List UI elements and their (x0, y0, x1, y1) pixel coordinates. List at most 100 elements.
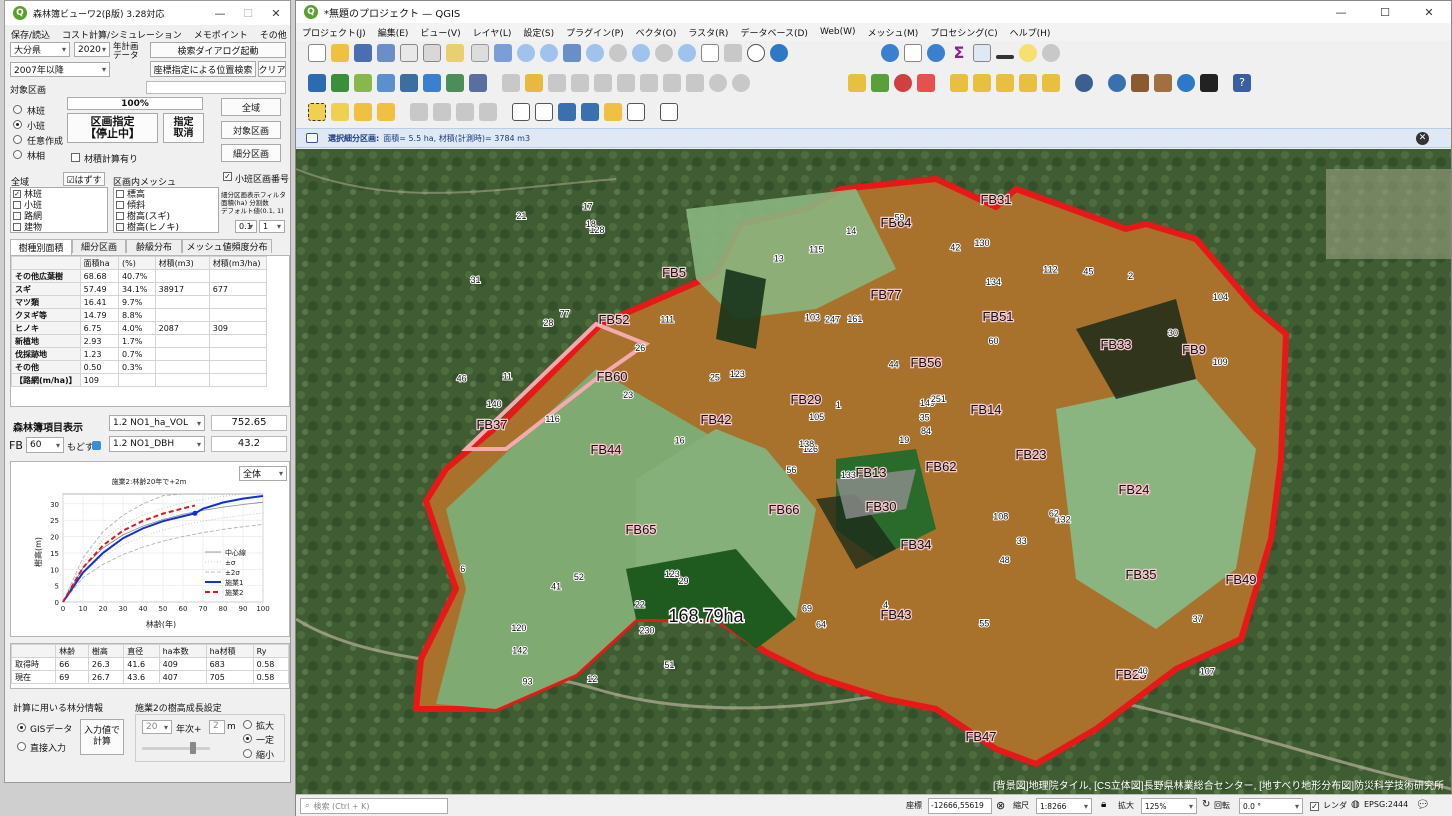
search-dialog-button[interactable]: 検索ダイアログ起動 (150, 42, 286, 58)
render-checkbox[interactable]: ✓ (1310, 802, 1319, 811)
new-map-view-icon[interactable] (701, 44, 719, 62)
qgis-close-icon[interactable]: ✕ (1407, 0, 1451, 24)
save-project-icon[interactable] (354, 44, 372, 62)
target-area-button[interactable]: 対象区画 (221, 121, 281, 139)
zoom-next-icon[interactable] (678, 44, 696, 62)
period-select[interactable]: 2007年以降 (10, 62, 110, 77)
layer-item-buildings[interactable]: 建物 (11, 221, 107, 232)
new-project-icon[interactable] (308, 44, 326, 62)
pan-icon[interactable] (471, 44, 489, 62)
tab-sub-area[interactable]: 細分区画 (72, 239, 126, 253)
settings-gear-icon[interactable] (927, 44, 945, 62)
zoom-native-icon[interactable] (632, 44, 650, 62)
sub-area-button[interactable]: 細分区画 (221, 144, 281, 162)
pin-label-icon[interactable] (894, 74, 912, 92)
qgis-minimize-icon[interactable]: — (1319, 0, 1363, 24)
highlight-pin-icon[interactable] (917, 74, 935, 92)
growth-slider-track[interactable] (142, 747, 210, 750)
label-props-icon[interactable] (1042, 74, 1060, 92)
menu-processing[interactable]: プロセシング(C) (924, 26, 1003, 39)
add-mesh-icon[interactable] (469, 74, 487, 92)
add-vector-icon[interactable] (308, 74, 326, 92)
select-location-icon[interactable] (377, 103, 395, 121)
node-tool2-icon[interactable] (581, 103, 599, 121)
field-calc-icon[interactable] (973, 44, 991, 62)
locator-search-field[interactable]: ⌕ 検索 (Ctrl + K) (300, 798, 448, 814)
item2-select[interactable]: 1.2 NO1_DBH (109, 436, 205, 452)
menu-view[interactable]: ビュー(V) (414, 26, 466, 39)
refresh-icon[interactable] (770, 44, 788, 62)
calc-input-button[interactable]: 入力値で 計算 (80, 719, 124, 755)
menu-plugins[interactable]: プラグイン(P) (560, 26, 629, 39)
menu-save-load[interactable]: 保存/読込 (5, 28, 56, 41)
star-icon[interactable] (604, 103, 622, 121)
crs-label[interactable]: EPSG:2444 (1364, 800, 1408, 809)
measure-icon[interactable] (996, 54, 1014, 59)
sum-icon[interactable]: Σ (950, 44, 968, 62)
radio-custom[interactable] (13, 135, 22, 144)
layout-manager-icon[interactable] (423, 44, 441, 62)
maximize-icon[interactable]: ☐ (234, 1, 262, 25)
pointer-icon[interactable] (535, 103, 553, 121)
delete-icon[interactable] (617, 74, 635, 92)
tab-mesh-freq[interactable]: メッシュ値頻度分布 (182, 239, 272, 253)
zoom-spinbox[interactable]: 125% (1141, 798, 1197, 814)
close-icon[interactable]: ✕ (262, 1, 290, 25)
zoom-full-icon[interactable] (563, 44, 581, 62)
menu-mesh[interactable]: メッシュ(M) (862, 26, 925, 39)
diagram-icon[interactable] (871, 74, 889, 92)
select-features-icon[interactable] (308, 103, 326, 121)
growth-years-select[interactable]: 20 (142, 720, 172, 734)
menu-settings[interactable]: 設定(S) (517, 26, 560, 39)
table-row[interactable]: ヒノキ 6.75 4.0% 2087 309 (11, 321, 268, 335)
mesh-item-hinoki-height[interactable]: 樹高(ヒノキ) (114, 221, 218, 232)
menu-cost-sim[interactable]: コスト計算/シミュレーション (56, 28, 188, 41)
target-area-field[interactable] (146, 81, 286, 94)
vertex-tool-icon[interactable] (594, 74, 612, 92)
globe-icon[interactable] (1075, 74, 1093, 92)
tab-age-class[interactable]: 齢級分布 (126, 239, 182, 253)
change-label-icon[interactable] (996, 74, 1014, 92)
digitize-icon[interactable] (571, 74, 589, 92)
show-hide-label-icon[interactable] (1019, 74, 1037, 92)
zoom-out-icon[interactable] (540, 44, 558, 62)
rotation-spinbox[interactable]: 0.0 ° (1239, 798, 1303, 814)
copy-icon[interactable] (663, 74, 681, 92)
open-project-icon[interactable] (331, 44, 349, 62)
radio-rinpan[interactable] (13, 105, 22, 114)
table-row[interactable]: スギ 57.49 34.1% 38917 677 (11, 282, 268, 296)
rotate-label-icon[interactable] (973, 74, 991, 92)
add-delimited-icon[interactable] (354, 74, 372, 92)
minimize-icon[interactable]: — (206, 1, 234, 25)
add-spatialite-icon[interactable] (377, 74, 395, 92)
split-icon[interactable] (479, 103, 497, 121)
pencil-icon[interactable] (525, 74, 543, 92)
temporal-icon[interactable] (747, 44, 765, 62)
lock-icon[interactable]: 🔒︎ (1101, 799, 1106, 810)
table-row[interactable]: 現在 69 26.7 43.6 407 705 0.58 (10, 670, 290, 684)
paste-icon[interactable] (686, 74, 704, 92)
add-raster-icon[interactable] (331, 74, 349, 92)
simplify-icon[interactable] (456, 103, 474, 121)
all-area-button[interactable]: 全域 (221, 98, 281, 116)
radio-shrink[interactable] (243, 749, 252, 758)
identify-icon[interactable] (881, 44, 899, 62)
table-row[interactable]: 新植地 2.93 1.7% (11, 334, 268, 348)
zoom-in-icon[interactable] (517, 44, 535, 62)
save-edits-icon[interactable] (548, 74, 566, 92)
cancel-spec-button[interactable]: 指定 取消 (163, 113, 204, 143)
rotate-feature-icon[interactable] (433, 103, 451, 121)
menu-other[interactable]: その他 (254, 28, 293, 41)
area-spec-button[interactable]: 区画指定 【停止中】 (67, 113, 158, 143)
coord-search-button[interactable]: 座標指定による位置検索 (150, 61, 256, 77)
style-manager-icon[interactable] (446, 44, 464, 62)
coord-field[interactable]: -12666,55619 (928, 798, 992, 814)
crs-icon[interactable]: ◍ (1351, 799, 1360, 810)
table-row[interactable]: その他 0.50 0.3% (11, 360, 268, 374)
growth-m-input[interactable]: 2 (209, 720, 225, 734)
coord-toggle-icon[interactable]: ⊗ (996, 799, 1005, 812)
move-label-icon[interactable] (950, 74, 968, 92)
annotation-icon[interactable] (660, 103, 678, 121)
radio-shohan[interactable] (13, 120, 22, 129)
attribute-table-icon[interactable] (904, 44, 922, 62)
